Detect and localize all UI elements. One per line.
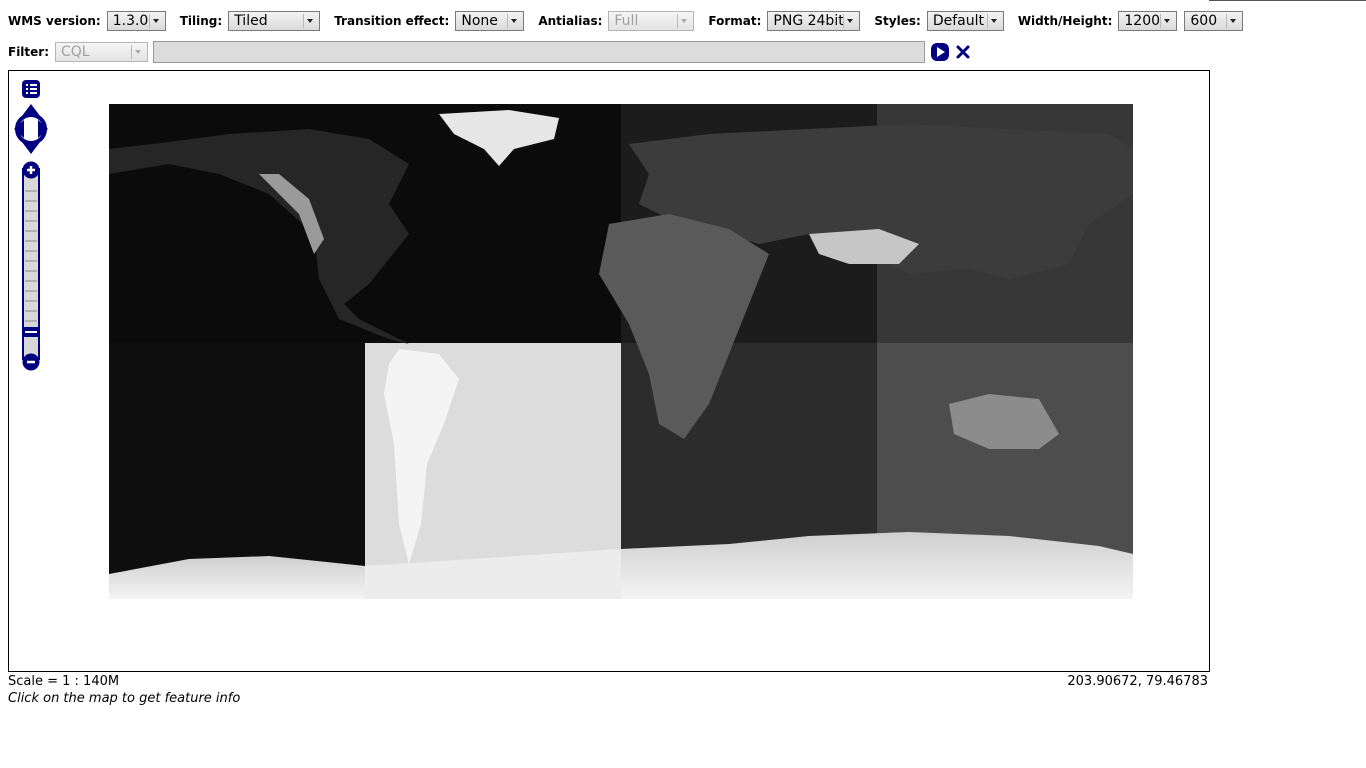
chevron-down-icon (507, 14, 521, 28)
antialias-select: Full (608, 11, 695, 31)
chevron-down-icon (986, 14, 1001, 28)
toolbar: WMS version: 1.3.0 Tiling: Tiled Transit… (8, 10, 1257, 32)
scale-readout: Scale = 1 : 140M (8, 674, 120, 689)
filter-label: Filter: (8, 45, 50, 59)
world-elevation-map (109, 104, 1133, 599)
width-select[interactable]: 1200 (1118, 11, 1178, 31)
styles-label: Styles: (874, 14, 921, 28)
play-icon[interactable] (930, 42, 950, 62)
chevron-down-icon (303, 14, 317, 28)
wms-version-label: WMS version: (8, 14, 101, 28)
tiling-label: Tiling: (179, 14, 223, 28)
size-label: Width/Height: (1017, 14, 1113, 28)
styles-select[interactable]: Default (926, 11, 1004, 31)
feature-info-hint: Click on the map to get feature info (8, 691, 241, 706)
format-label: Format: (708, 14, 762, 28)
map-viewport[interactable] (8, 70, 1210, 672)
coordinate-readout: 203.90672, 79.46783 (1067, 674, 1208, 689)
close-icon[interactable] (955, 44, 971, 60)
chevron-down-icon (148, 14, 163, 28)
tiling-select[interactable]: Tiled (228, 11, 321, 31)
filter-input[interactable] (153, 41, 926, 63)
antialias-label: Antialias: (538, 14, 603, 28)
top-divider (1209, 0, 1366, 1)
chevron-down-icon (843, 14, 857, 28)
filter-type-select: CQL (55, 42, 149, 62)
format-select[interactable]: PNG 24bit (767, 11, 861, 31)
height-select[interactable]: 600 (1184, 11, 1244, 31)
chevron-down-icon (1160, 14, 1174, 28)
chevron-down-icon (1226, 14, 1240, 28)
transition-label: Transition effect: (334, 14, 450, 28)
wms-version-select[interactable]: 1.3.0 (106, 11, 166, 31)
zoom-slider[interactable] (22, 161, 40, 373)
chevron-down-icon (131, 45, 145, 59)
layer-list-icon[interactable] (21, 79, 41, 99)
chevron-down-icon (677, 14, 691, 28)
pan-arrows-icon[interactable] (13, 103, 49, 155)
transition-select[interactable]: None (455, 11, 525, 31)
filter-bar: Filter: CQL (8, 40, 971, 64)
